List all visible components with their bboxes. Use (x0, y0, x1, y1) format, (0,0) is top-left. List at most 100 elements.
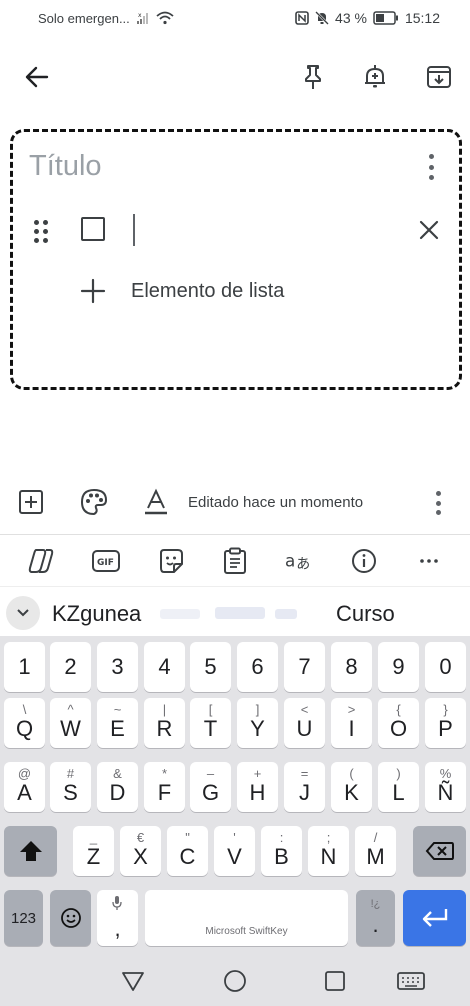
key-d[interactable]: & D (97, 762, 138, 812)
space-key-label: Microsoft SwiftKey (205, 926, 288, 937)
square-recents-icon (325, 971, 345, 991)
keyboard-switch-button[interactable] (397, 968, 425, 994)
toolbar-more-menu[interactable] (434, 491, 442, 515)
key-w[interactable]: ^ W (50, 698, 91, 748)
text-format-button[interactable] (142, 488, 170, 516)
plus-icon (80, 278, 106, 304)
enter-icon (422, 909, 447, 927)
mute-bell-icon (315, 11, 329, 25)
key-c[interactable]: " C (167, 826, 208, 876)
key-y[interactable]: ] Y (237, 698, 278, 748)
list-item-input[interactable] (133, 214, 135, 246)
key-f[interactable]: * F (144, 762, 185, 812)
gif-icon: GIF (92, 550, 120, 572)
add-list-item-label: Elemento de lista (131, 279, 285, 302)
key-s[interactable]: # S (50, 762, 91, 812)
nav-back-button[interactable] (120, 968, 146, 994)
key-0[interactable]: 0 (425, 642, 466, 692)
key-b[interactable]: :B (261, 826, 302, 876)
nav-home-button[interactable] (222, 968, 248, 994)
back-button[interactable] (22, 62, 52, 92)
more-options-button[interactable] (415, 547, 443, 575)
key-g[interactable]: – G (190, 762, 231, 812)
redacted-suggestion (160, 609, 200, 619)
key-a[interactable]: @ A (4, 762, 45, 812)
backspace-key[interactable] (413, 826, 466, 876)
enter-key[interactable] (403, 890, 466, 946)
key-v[interactable]: ' V (214, 826, 255, 876)
sticker-icon (160, 549, 183, 573)
translate-icon: aあ (285, 551, 310, 573)
title-input[interactable]: Título (29, 150, 102, 183)
period-key[interactable]: !¿ . (356, 890, 395, 946)
backspace-icon (425, 842, 454, 860)
translate-button[interactable]: aあ (285, 547, 313, 575)
key-h[interactable]: + H (237, 762, 278, 812)
shift-key[interactable] (4, 826, 57, 876)
key-n[interactable]: ; N (308, 826, 349, 876)
key-9[interactable]: 9 (378, 642, 419, 692)
card-more-menu[interactable] (425, 154, 437, 180)
triangle-back-icon (122, 972, 144, 991)
redacted-suggestion (275, 609, 297, 619)
emoji-key[interactable] (50, 890, 91, 946)
reminder-button[interactable] (360, 62, 390, 92)
clipboard-button[interactable] (221, 547, 249, 575)
key-7[interactable]: 7 (284, 642, 325, 692)
list-item-checkbox[interactable] (81, 217, 105, 241)
key-t[interactable]: [T (190, 698, 231, 748)
status-bar: Solo emergen... x 43 % 15:12 (0, 0, 470, 36)
key-5[interactable]: 5 (190, 642, 231, 692)
more-horizontal-icon (420, 559, 438, 563)
key-e[interactable]: ~ E (97, 698, 138, 748)
pin-button[interactable] (298, 62, 328, 92)
remove-item-button[interactable] (417, 218, 441, 242)
add-list-item-button[interactable]: Elemento de lista (79, 277, 284, 305)
space-key[interactable]: Microsoft SwiftKey (145, 890, 348, 946)
key-o[interactable]: {O (378, 698, 419, 748)
comma-key[interactable]: , (97, 890, 138, 946)
drag-handle-icon[interactable] (34, 220, 48, 243)
emoji-icon (60, 908, 81, 928)
key-p[interactable]: } P (425, 698, 466, 748)
key-z[interactable]: _ Z (73, 826, 114, 876)
key-u[interactable]: < U (284, 698, 325, 748)
suggestion-word[interactable]: KZgunea (52, 601, 141, 627)
collapse-suggestions-button[interactable] (6, 596, 40, 630)
key-1[interactable]: 1 (4, 642, 45, 692)
microphone-icon (112, 896, 122, 910)
key-j[interactable]: = J (284, 762, 325, 812)
clock: 15:12 (404, 10, 440, 26)
nav-recents-button[interactable] (322, 968, 348, 994)
add-alert-bell-icon (365, 65, 385, 88)
key-k[interactable]: (K (331, 762, 372, 812)
svg-text:x: x (138, 12, 142, 19)
key-enye[interactable]: % Ñ (425, 762, 466, 812)
key-8[interactable]: 8 (331, 642, 372, 692)
archive-button[interactable] (424, 62, 454, 92)
sticker-button[interactable] (157, 547, 185, 575)
clipboard-icon (224, 547, 246, 574)
key-3[interactable]: 3 (97, 642, 138, 692)
key-4[interactable]: 4 (144, 642, 185, 692)
info-button[interactable] (350, 547, 378, 575)
archive-icon (427, 66, 451, 88)
battery-icon (373, 11, 399, 25)
redacted-suggestion (215, 607, 265, 619)
key-i[interactable]: > I (331, 698, 372, 748)
key-m[interactable]: / M (355, 826, 396, 876)
key-q[interactable]: \ Q (4, 698, 45, 748)
key-r[interactable]: | R (144, 698, 185, 748)
symbols-key[interactable]: 123 (4, 890, 43, 946)
dot (428, 154, 434, 159)
key-6[interactable]: 6 (237, 642, 278, 692)
copilot-button[interactable] (27, 547, 55, 575)
gif-button[interactable]: GIF (92, 547, 120, 575)
key-2[interactable]: 2 (50, 642, 91, 692)
key-x[interactable]: € X (120, 826, 161, 876)
color-palette-button[interactable] (80, 488, 108, 516)
add-box-button[interactable] (17, 488, 45, 516)
key-l[interactable]: ) L (378, 762, 419, 812)
suggestion-word[interactable]: Curso (336, 601, 395, 627)
keyboard-toolbar: GIF aあ (0, 534, 470, 586)
